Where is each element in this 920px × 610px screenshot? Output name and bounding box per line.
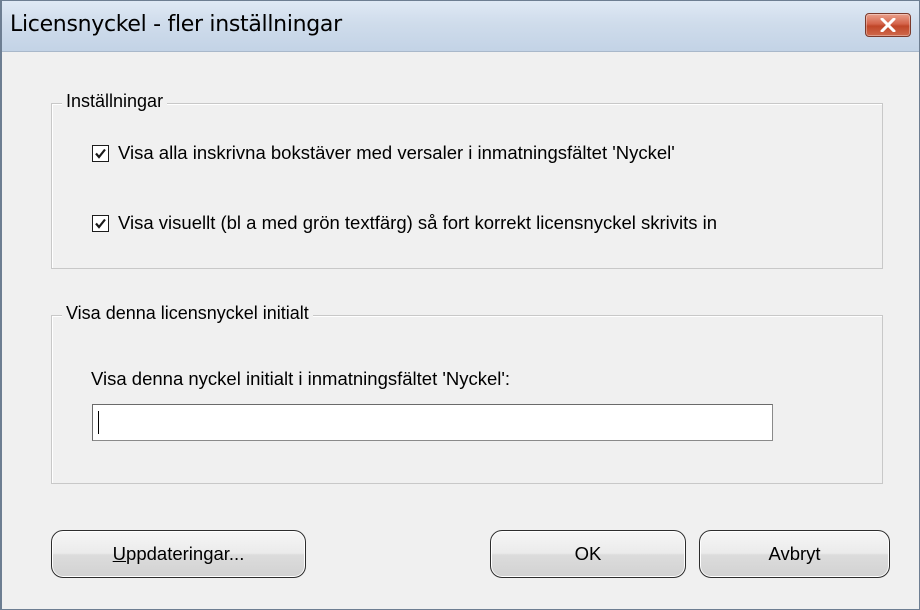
initial-key-input[interactable] bbox=[92, 404, 773, 441]
settings-group: Inställningar Visa alla inskrivna bokstä… bbox=[51, 91, 883, 269]
checkbox-row-visual-feedback[interactable]: Visa visuellt (bl a med grön textfärg) s… bbox=[92, 211, 717, 235]
ok-button[interactable]: OK bbox=[490, 530, 686, 578]
cancel-button[interactable]: Avbryt bbox=[699, 530, 890, 578]
visual-feedback-checkbox[interactable] bbox=[92, 214, 109, 232]
cancel-button-label: Avbryt bbox=[768, 543, 821, 564]
checkmark-icon bbox=[95, 218, 106, 229]
updates-button-label: Uppdateringar... bbox=[112, 543, 245, 564]
uppercase-checkbox-label: Visa alla inskrivna bokstäver med versal… bbox=[118, 142, 675, 163]
uppercase-checkbox[interactable] bbox=[92, 144, 109, 162]
visual-feedback-checkbox-label: Visa visuellt (bl a med grön textfärg) s… bbox=[118, 212, 718, 233]
ok-button-label: OK bbox=[574, 543, 602, 564]
dialog-window: Licensnyckel - fler inställningar Instäl… bbox=[0, 0, 920, 610]
initial-key-group: Visa denna licensnyckel initialt Visa de… bbox=[51, 303, 883, 484]
updates-button[interactable]: Uppdateringar... bbox=[51, 530, 306, 578]
window-title: Licensnyckel - fler inställningar bbox=[10, 12, 342, 37]
checkmark-icon bbox=[95, 148, 106, 159]
checkbox-row-uppercase[interactable]: Visa alla inskrivna bokstäver med versal… bbox=[92, 141, 675, 165]
close-button[interactable] bbox=[865, 13, 911, 37]
initial-key-field-label: Visa denna nyckel initialt i inmatningsf… bbox=[91, 368, 511, 389]
title-bar[interactable]: Licensnyckel - fler inställningar bbox=[2, 1, 919, 52]
initial-key-group-legend: Visa denna licensnyckel initialt bbox=[62, 303, 313, 324]
settings-group-legend: Inställningar bbox=[62, 91, 168, 112]
text-caret bbox=[98, 411, 99, 434]
